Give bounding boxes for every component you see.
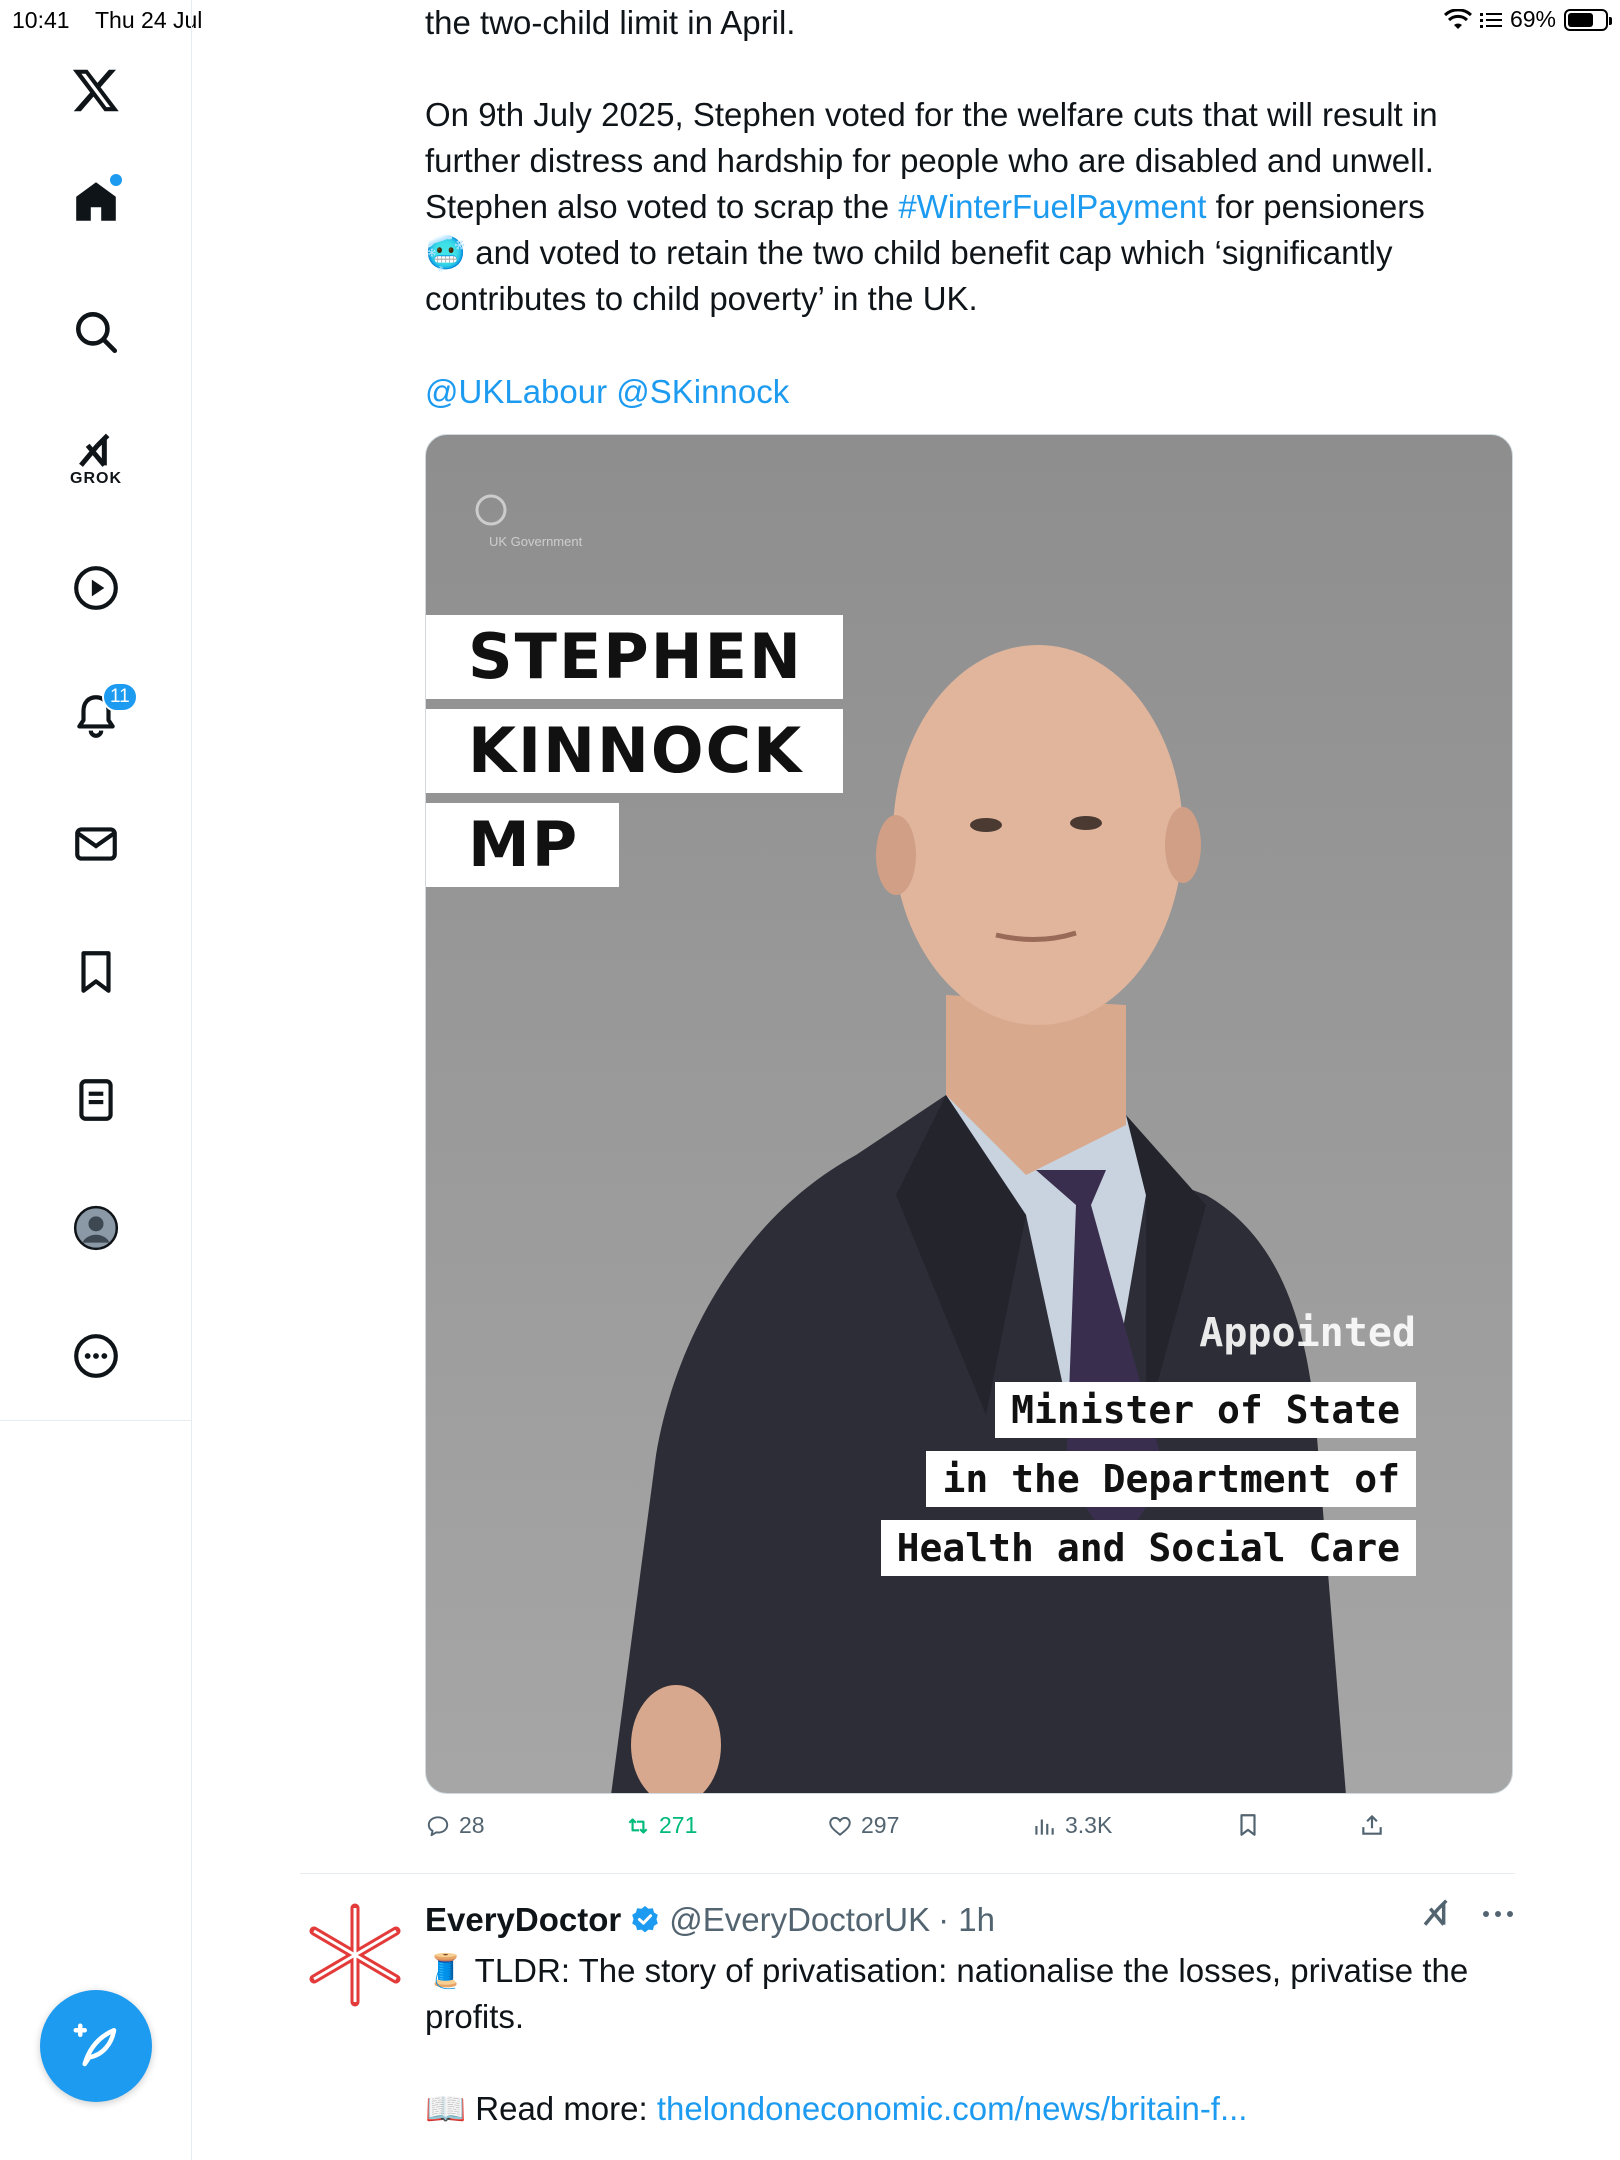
tweet-text-top: the two-child limit in April. bbox=[425, 0, 1515, 46]
share-icon bbox=[1362, 1815, 1382, 1835]
profile-icon bbox=[73, 1205, 119, 1251]
verified-badge-icon bbox=[632, 1906, 659, 1933]
mention-link[interactable]: @UKLabour bbox=[425, 373, 607, 410]
bookmark-icon bbox=[81, 951, 111, 993]
tweet-divider bbox=[300, 1873, 1515, 1874]
cold-face-emoji: 🥶 bbox=[425, 234, 467, 271]
tweet-text-part: for pensioners bbox=[1206, 188, 1425, 225]
display-name[interactable]: EveryDoctor bbox=[425, 1901, 621, 1939]
crest-icon bbox=[475, 494, 507, 526]
share-button[interactable] bbox=[1359, 1812, 1385, 1838]
more-icon bbox=[74, 1334, 118, 1378]
x-logo-link[interactable] bbox=[56, 50, 136, 130]
sidebar-item-profile[interactable] bbox=[56, 1188, 136, 1268]
role-label-line3: Health and Social Care bbox=[880, 1520, 1416, 1576]
tweet-mentions: @UKLabour @SKinnock bbox=[425, 369, 1515, 415]
bookmark-button[interactable] bbox=[1235, 1812, 1261, 1838]
repost-button[interactable]: 271 bbox=[625, 1812, 697, 1839]
thread-emoji: 🧵 bbox=[425, 1952, 467, 1989]
tweet-media-image[interactable]: UK Government STEPHEN KINNOCK MP Appoint… bbox=[425, 434, 1513, 1794]
sidebar-item-more[interactable] bbox=[56, 1316, 136, 1396]
timestamp[interactable]: · 1h bbox=[938, 1901, 995, 1939]
sidebar-item-lists[interactable] bbox=[56, 1060, 136, 1140]
search-icon bbox=[76, 312, 118, 354]
name-label-line2: KINNOCK bbox=[426, 709, 844, 793]
reply-button[interactable]: 28 bbox=[425, 1812, 485, 1839]
video-icon bbox=[74, 566, 118, 610]
role-label-line2: in the Department of bbox=[926, 1451, 1416, 1507]
sidebar-item-search[interactable] bbox=[56, 292, 136, 372]
views-icon bbox=[1035, 1819, 1054, 1835]
mention-link[interactable]: @SKinnock bbox=[616, 373, 789, 410]
battery-icon bbox=[1564, 8, 1612, 31]
role-label-line1: Minister of State bbox=[995, 1382, 1416, 1438]
battery-fill bbox=[1568, 12, 1593, 27]
heart-icon bbox=[829, 1816, 851, 1836]
grok-label: GROK bbox=[70, 470, 122, 487]
reply-count: 28 bbox=[459, 1812, 485, 1838]
tweet2-actions bbox=[1419, 1898, 1515, 1930]
notifications-badge: 11 bbox=[102, 682, 138, 712]
compose-button[interactable] bbox=[40, 1990, 152, 2102]
like-button[interactable]: 297 bbox=[827, 1812, 899, 1839]
sidebar-item-grok[interactable]: GROK bbox=[56, 420, 136, 500]
everydoctor-avatar[interactable] bbox=[300, 1900, 410, 2010]
compose-icon bbox=[73, 2023, 117, 2067]
tweet-text-body: On 9th July 2025, Stephen voted for the … bbox=[425, 92, 1515, 322]
more-options-icon[interactable] bbox=[1481, 1909, 1515, 1919]
book-emoji: 📖 bbox=[425, 2090, 467, 2127]
gov-logo-text: UK Government bbox=[489, 534, 583, 549]
grok-icon bbox=[79, 433, 110, 467]
repost-icon bbox=[628, 1817, 648, 1834]
handle[interactable]: @EveryDoctorUK bbox=[669, 1901, 930, 1939]
views-count: 3.3K bbox=[1065, 1812, 1113, 1838]
lists-icon bbox=[79, 1079, 113, 1121]
sidebar-item-home[interactable] bbox=[56, 162, 136, 242]
article-link[interactable]: thelondoneconomic.com/news/britain-f... bbox=[657, 2090, 1248, 2127]
sidebar: GROK 11 bbox=[0, 0, 192, 2160]
read-more-label: Read more: bbox=[466, 2090, 657, 2127]
x-logo-icon bbox=[72, 69, 119, 112]
bookmark-icon bbox=[1240, 1814, 1256, 1836]
tweet2-header: EveryDoctor @EveryDoctorUK · 1h bbox=[425, 1898, 1515, 1942]
like-count: 297 bbox=[861, 1812, 900, 1838]
name-label-line3: MP bbox=[426, 803, 620, 887]
unread-dot bbox=[110, 174, 122, 186]
mail-icon bbox=[75, 827, 117, 861]
sidebar-item-notifications[interactable]: 11 bbox=[56, 676, 138, 756]
repost-count: 271 bbox=[659, 1812, 698, 1838]
sidebar-item-video[interactable] bbox=[56, 548, 136, 628]
name-label-line1: STEPHEN bbox=[426, 615, 843, 699]
reply-icon bbox=[427, 1815, 449, 1836]
gov-logo: UK Government bbox=[471, 490, 651, 550]
grok-icon[interactable] bbox=[1419, 1898, 1455, 1930]
tweet2-text: 🧵 TLDR: The story of privatisation: nati… bbox=[425, 1948, 1515, 2040]
views-button[interactable]: 3.3K bbox=[1031, 1812, 1112, 1839]
tweet-actions: 28 271 297 3.3K bbox=[425, 1812, 1515, 1852]
tweet2-text-line: TLDR: The story of privatisation: nation… bbox=[425, 1952, 1469, 2035]
tweet2-read-more: 📖 Read more: thelondoneconomic.com/news/… bbox=[425, 2086, 1515, 2132]
sidebar-item-messages[interactable] bbox=[56, 804, 136, 884]
tweet-text-part: and voted to retain the two child benefi… bbox=[425, 234, 1393, 317]
appointed-label: Appointed bbox=[1199, 1310, 1416, 1356]
sidebar-divider bbox=[0, 1420, 192, 1421]
tweet-text-line: the two-child limit in April. bbox=[425, 4, 796, 41]
battery-percent: 69% bbox=[1509, 6, 1556, 32]
sidebar-item-bookmarks[interactable] bbox=[56, 932, 136, 1012]
hashtag-link[interactable]: #WinterFuelPayment bbox=[898, 188, 1206, 225]
